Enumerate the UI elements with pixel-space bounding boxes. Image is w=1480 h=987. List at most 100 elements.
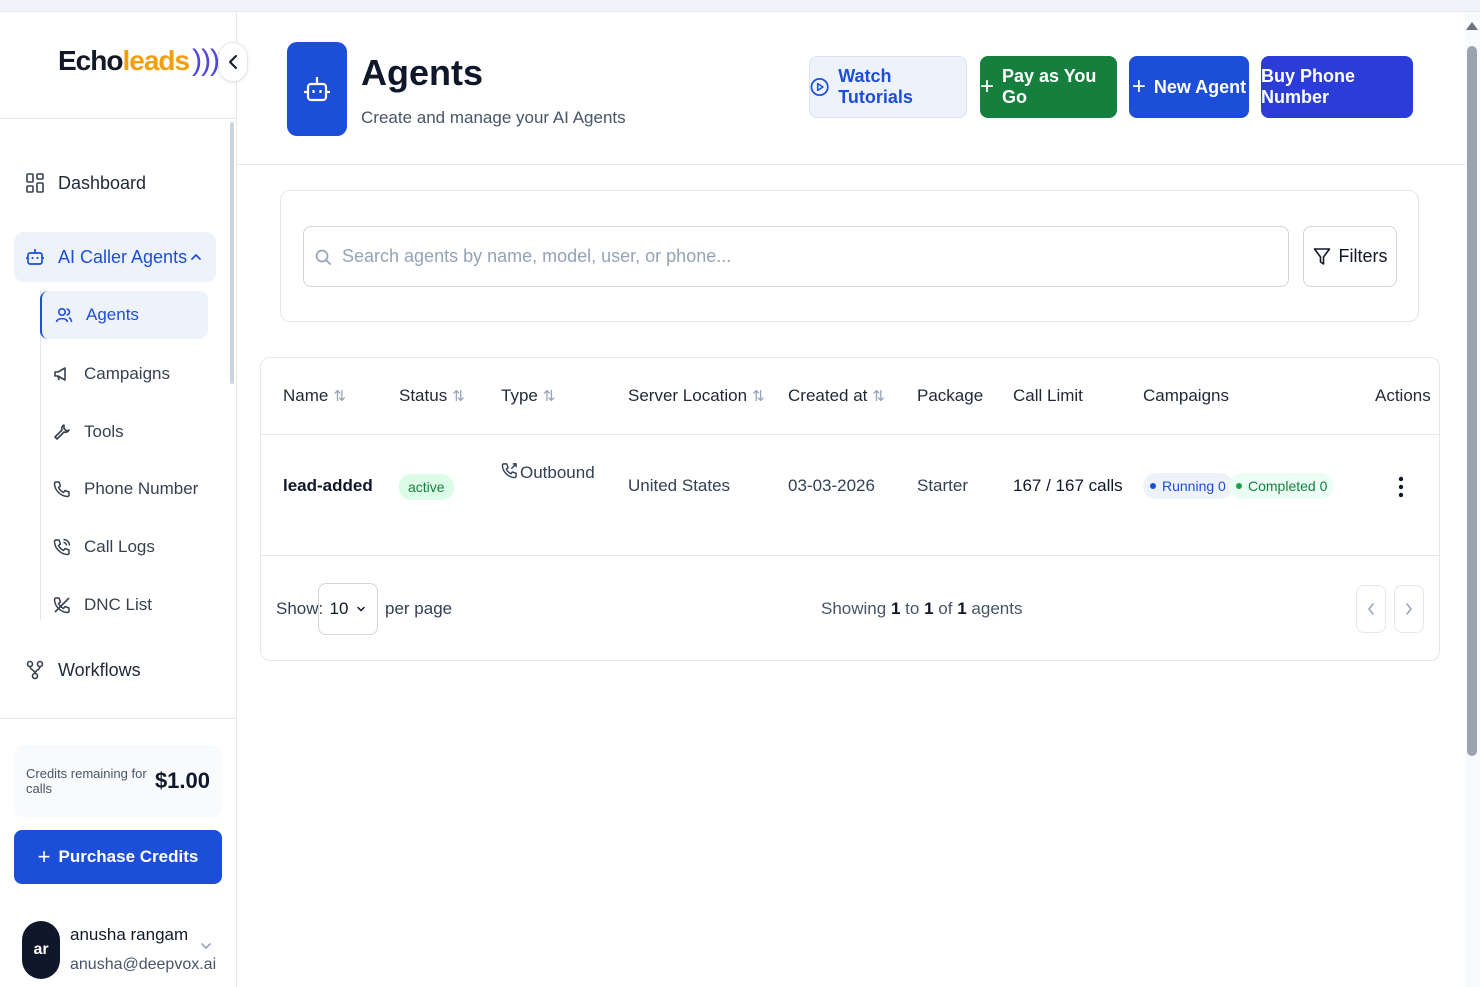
user-name: anusha rangam xyxy=(70,925,189,944)
column-label: Status xyxy=(399,386,448,405)
workflow-icon xyxy=(24,659,46,681)
sidebar-item-label: Dashboard xyxy=(58,172,147,193)
showing-to: 1 xyxy=(924,599,934,618)
sidebar-subitem-campaigns[interactable]: Campaigns xyxy=(40,350,208,398)
purchase-credits-label: Purchase Credits xyxy=(58,847,199,866)
chevron-left-icon xyxy=(229,55,237,69)
column-header-created-at[interactable]: Created at ⇅ xyxy=(788,386,885,406)
sidebar-subitem-dnc-list[interactable]: DNC List xyxy=(40,581,208,629)
created-at: 03-03-2026 xyxy=(788,476,875,495)
search-input[interactable] xyxy=(342,246,1242,267)
phone-icon xyxy=(52,479,72,499)
campaigns-running-badge: Running 0 xyxy=(1143,473,1233,499)
more-vertical-icon xyxy=(1398,476,1404,498)
robot-icon xyxy=(24,246,46,268)
brand-logo[interactable]: Echoleads))) xyxy=(58,44,220,78)
credits-label: Credits remaining for calls xyxy=(26,766,147,796)
column-label: Call Limit xyxy=(1013,386,1083,405)
column-header-campaigns: Campaigns xyxy=(1143,386,1229,406)
wrench-icon xyxy=(52,422,72,442)
table-row[interactable]: lead-added active Outbound United States… xyxy=(261,436,1439,556)
column-label: Server Location xyxy=(628,386,748,405)
sidebar-item-label: Workflows xyxy=(58,659,141,680)
filters-button[interactable]: Filters xyxy=(1303,226,1397,287)
sidebar-subitem-label: Agents xyxy=(86,305,139,324)
campaigns-completed-badge: Completed 0 xyxy=(1229,473,1335,499)
server-location: United States xyxy=(628,476,731,495)
next-page-button[interactable] xyxy=(1394,585,1424,633)
sidebar-subitem-label: Tools xyxy=(84,422,124,441)
status-dot xyxy=(1150,483,1156,489)
page-title: Agents xyxy=(361,52,484,93)
credits-card: Credits remaining for calls $1.00 xyxy=(14,745,222,817)
column-header-type[interactable]: Type ⇅ xyxy=(501,386,555,406)
per-page-label: per page xyxy=(385,599,453,618)
agents-table: Name ⇅ Status ⇅ Type ⇅ Server Location ⇅ Cre… xyxy=(260,357,1440,661)
sidebar-item-workflows[interactable]: Workflows xyxy=(14,645,216,695)
plus-icon: + xyxy=(980,73,995,100)
new-agent-label: New Agent xyxy=(1153,76,1247,97)
column-label: Campaigns xyxy=(1143,386,1229,405)
collapse-sidebar-button[interactable] xyxy=(218,42,248,82)
sort-icon: ⇅ xyxy=(542,388,556,405)
column-header-server-location[interactable]: Server Location ⇅ xyxy=(628,386,765,406)
sidebar: Echoleads))) Dashboard AI Caller Agents xyxy=(0,12,248,987)
sidebar-item-clipped[interactable] xyxy=(14,705,216,718)
filters-label: Filters xyxy=(1338,246,1388,266)
campaigns-running-label: Running 0 xyxy=(1162,478,1226,494)
user-profile[interactable]: ar anusha rangam anusha@deepvox.ai xyxy=(22,919,222,983)
chevron-up-icon xyxy=(190,247,202,268)
column-label: Name xyxy=(283,386,329,405)
purchase-credits-button[interactable]: + Purchase Credits xyxy=(14,830,222,884)
column-label: Type xyxy=(501,386,538,405)
pay-as-you-go-label: Pay as You Go xyxy=(1002,66,1097,107)
megaphone-icon xyxy=(52,364,72,384)
pay-as-you-go-button[interactable]: + Pay as You Go xyxy=(980,56,1117,118)
search-icon xyxy=(314,248,332,266)
new-agent-button[interactable]: + New Agent xyxy=(1129,56,1249,118)
pagination-summary: Showing 1 to 1 of 1 agents xyxy=(821,599,1022,619)
chevron-right-icon xyxy=(1406,603,1412,615)
phone-call-icon xyxy=(52,537,72,557)
column-header-call-limit: Call Limit xyxy=(1013,386,1083,406)
sidebar-subitem-label: Campaigns xyxy=(84,364,170,383)
search-card: Filters xyxy=(280,190,1419,322)
page-scrollbar-thumb[interactable] xyxy=(1467,46,1477,756)
package: Starter xyxy=(917,476,969,495)
user-email: anusha@deepvox.ai xyxy=(70,956,217,973)
sidebar-subitem-call-logs[interactable]: Call Logs xyxy=(40,523,208,571)
logo-area: Echoleads))) xyxy=(0,12,236,119)
column-header-status[interactable]: Status ⇅ xyxy=(399,386,465,406)
buy-phone-number-button[interactable]: Buy Phone Number xyxy=(1261,56,1413,118)
brand-name-part1: Echo xyxy=(58,45,123,76)
sidebar-subitem-agents[interactable]: Agents xyxy=(40,291,208,339)
sidebar-item-dashboard[interactable]: Dashboard xyxy=(14,158,216,208)
per-page-select[interactable]: 10 xyxy=(318,583,378,635)
agent-name[interactable]: lead-added xyxy=(283,476,373,496)
search-box[interactable] xyxy=(303,226,1289,287)
browser-top-strip xyxy=(0,0,1480,12)
column-header-name[interactable]: Name ⇅ xyxy=(283,386,346,406)
watch-tutorials-button[interactable]: Watch Tutorials xyxy=(809,56,967,118)
sidebar-subitem-label: Phone Number xyxy=(84,479,199,498)
column-label: Actions xyxy=(1375,386,1431,405)
status-badge: active xyxy=(399,474,454,500)
dashboard-grid-icon xyxy=(24,172,46,194)
buy-phone-number-label: Buy Phone Number xyxy=(1261,66,1356,107)
page-header: Agents Create and manage your AI Agents … xyxy=(237,12,1465,165)
showing-from: 1 xyxy=(890,599,901,618)
submenu-guide-line xyxy=(40,290,41,620)
sidebar-item-ai-caller-agents[interactable]: AI Caller Agents xyxy=(14,232,216,282)
sidebar-subitem-phone-number[interactable]: Phone Number xyxy=(40,465,208,513)
sidebar-subitem-tools[interactable]: Tools xyxy=(40,408,208,456)
sort-icon: ⇅ xyxy=(452,388,465,405)
row-actions-menu-button[interactable] xyxy=(1391,474,1411,500)
column-header-actions: Actions xyxy=(1375,386,1431,406)
call-limit: 167 / 167 calls xyxy=(1013,476,1123,495)
plus-icon: + xyxy=(1131,73,1146,100)
table-footer: Show: 10 per page Showing 1 to 1 of 1 ag… xyxy=(261,557,1439,660)
sidebar-scrollbar[interactable] xyxy=(230,122,234,384)
phone-outgoing-icon xyxy=(501,462,517,478)
previous-page-button[interactable] xyxy=(1356,585,1386,633)
scroll-up-arrow-icon[interactable] xyxy=(1466,22,1478,30)
